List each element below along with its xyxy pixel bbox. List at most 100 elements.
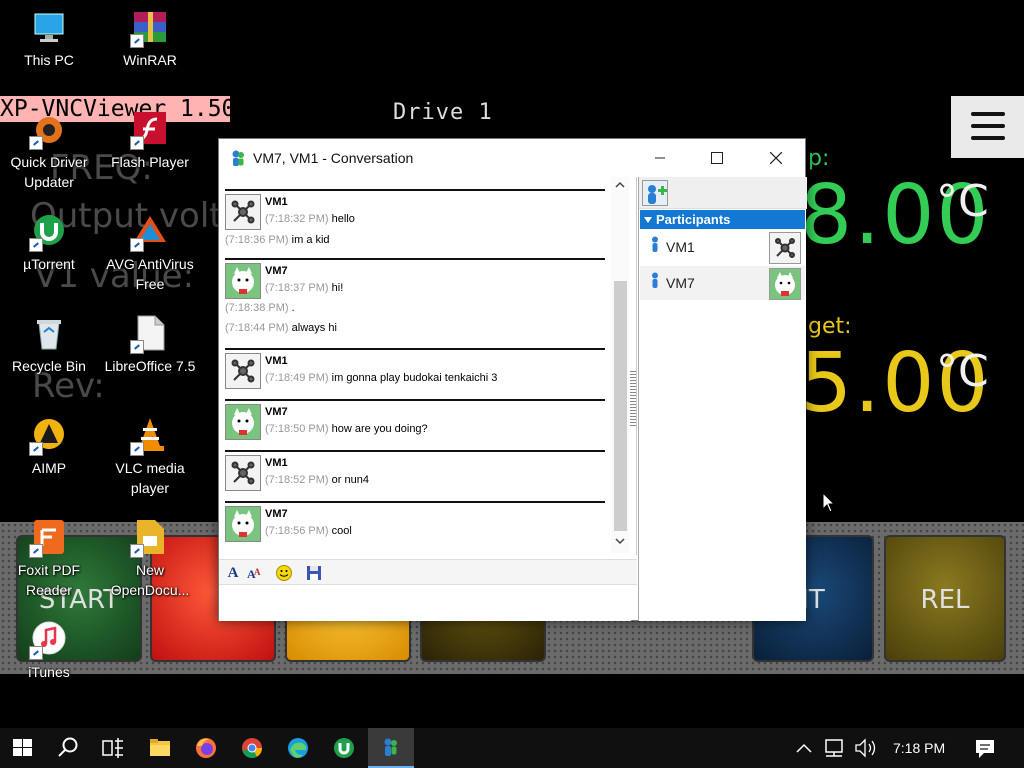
- message-line: (7:18:52 PM) or nun4: [265, 474, 369, 486]
- chrome-icon: [242, 738, 262, 758]
- emoticon-icon[interactable]: [275, 564, 293, 582]
- desktop-icon-foxit[interactable]: Foxit PDF Reader: [0, 518, 98, 600]
- desktop-icon-recycle-bin[interactable]: Recycle Bin: [0, 314, 98, 376]
- volume-button[interactable]: [850, 728, 884, 768]
- edge-button[interactable]: [275, 728, 321, 768]
- desktop-icon-new-opendocument[interactable]: New OpenDocu...: [101, 518, 199, 600]
- add-participant-button[interactable]: [642, 180, 668, 206]
- windows-icon: [13, 739, 32, 756]
- search-icon: [58, 737, 78, 757]
- formatting-toolbar: A AA: [219, 559, 637, 585]
- firefox-button[interactable]: [183, 728, 229, 768]
- desktop-icon-quick-driver-updater[interactable]: Quick Driver Updater: [0, 110, 98, 192]
- save-icon[interactable]: [305, 564, 323, 582]
- svg-text:A: A: [254, 567, 261, 577]
- add-contact-icon: [648, 185, 667, 204]
- utorrent-icon: [334, 738, 354, 758]
- participants-toolbar: [639, 177, 807, 209]
- edge-icon: [288, 738, 308, 758]
- temp-unit-1: °C: [936, 176, 989, 227]
- network-button[interactable]: [818, 728, 852, 768]
- message-line: (7:18:38 PM) .: [225, 302, 295, 314]
- message-line: (7:18:44 PM) always hi: [225, 322, 337, 334]
- desktop-icon-winrar[interactable]: WinRAR: [101, 8, 199, 70]
- minimize-button[interactable]: [637, 139, 683, 177]
- libreoffice-icon: [130, 314, 170, 354]
- user-icon: [650, 272, 660, 293]
- close-button[interactable]: [753, 139, 799, 177]
- itunes-icon: [29, 620, 69, 660]
- volume-icon: [855, 738, 876, 758]
- participants-header[interactable]: Participants: [640, 210, 805, 229]
- avg-icon: [130, 212, 170, 252]
- lucky-cat-avatar: [225, 506, 261, 542]
- message-group: VM1 (7:18:32 PM) hello (7:18:36 PM) im a…: [225, 189, 605, 257]
- window-titlebar[interactable]: VM7, VM1 - Conversation: [219, 139, 805, 177]
- desktop-icon-itunes[interactable]: iTunes: [0, 620, 98, 682]
- participant-item[interactable]: VM7: [640, 266, 805, 300]
- desktop-icon-libreoffice[interactable]: LibreOffice 7.5: [101, 314, 199, 376]
- notifications-button[interactable]: [962, 728, 1008, 768]
- robot-avatar: [225, 194, 261, 230]
- desktop-icon-vlc[interactable]: VLC media player: [101, 416, 199, 498]
- aimp-icon: [29, 416, 69, 456]
- recycle-bin-icon: [29, 314, 69, 354]
- scroll-up-arrow-icon[interactable]: [613, 179, 627, 193]
- foxit-icon: [29, 518, 69, 558]
- network-icon: [825, 739, 843, 757]
- notification-icon: [976, 740, 994, 758]
- hamburger-menu-icon[interactable]: [951, 96, 1024, 158]
- scroll-down-arrow-icon[interactable]: [613, 535, 627, 549]
- pc-icon: [29, 8, 69, 48]
- desktop-icon-aimp[interactable]: AIMP: [0, 416, 98, 478]
- robot-avatar: [225, 353, 261, 389]
- message-line: (7:18:32 PM) hello: [265, 213, 355, 225]
- message-input[interactable]: [219, 585, 631, 621]
- chat-history[interactable]: VM1 (7:18:32 PM) hello (7:18:36 PM) im a…: [219, 177, 637, 596]
- message-sender: VM1: [265, 196, 288, 208]
- scrollbar-thumb[interactable]: [614, 281, 627, 531]
- clock[interactable]: 7:18 PM: [893, 740, 945, 756]
- message-group: VM7 (7:18:56 PM) cool: [225, 501, 605, 551]
- participant-item[interactable]: VM1: [640, 230, 805, 264]
- task-view-button[interactable]: [90, 728, 136, 768]
- message-group: VM7 (7:18:37 PM) hi! (7:18:38 PM) . (7:1…: [225, 258, 605, 348]
- message-sender: VM7: [265, 406, 288, 418]
- window-title: VM7, VM1 - Conversation: [253, 150, 414, 166]
- font-icon[interactable]: A: [224, 564, 242, 582]
- desktop-icon-flash-player[interactable]: Flash Player: [101, 110, 199, 172]
- file-explorer-button[interactable]: [137, 728, 183, 768]
- document-icon: [130, 518, 170, 558]
- message-line: (7:18:56 PM) cool: [265, 525, 352, 537]
- maximize-button[interactable]: [694, 139, 740, 177]
- conversation-window: VM7, VM1 - Conversation VM1 (7:18:32 PM)…: [218, 138, 807, 621]
- temp-unit-2: °C: [936, 346, 989, 397]
- messenger-taskbar-button[interactable]: [368, 728, 414, 768]
- chat-scrollbar[interactable]: [611, 177, 629, 553]
- taskbar: 7:18 PM: [0, 728, 1024, 768]
- message-sender: VM7: [265, 265, 288, 277]
- message-sender: VM7: [265, 508, 288, 520]
- desktop-icon-this-pc[interactable]: This PC: [0, 8, 98, 70]
- rel-button[interactable]: REL: [884, 535, 1006, 662]
- robot-avatar: [769, 232, 801, 264]
- desktop-icon-avg[interactable]: AVG AntiVirus Free: [101, 212, 199, 294]
- text-color-icon[interactable]: AA: [245, 564, 263, 582]
- desktop-icon-utorrent[interactable]: µTorrent: [0, 212, 98, 274]
- vlc-icon: [130, 416, 170, 456]
- robot-avatar: [225, 455, 261, 491]
- messenger-icon: [230, 149, 246, 167]
- file-explorer-icon: [150, 739, 170, 756]
- search-button[interactable]: [45, 728, 91, 768]
- firefox-icon: [196, 738, 216, 758]
- utorrent-taskbar-button[interactable]: [321, 728, 367, 768]
- participants-pane: Participants VM1 VM7: [638, 177, 807, 621]
- drive-label: Drive 1: [393, 100, 493, 125]
- lucky-cat-avatar: [769, 268, 801, 300]
- task-view-icon: [102, 738, 123, 758]
- resize-grip-vertical[interactable]: [630, 371, 636, 427]
- winrar-icon: [130, 8, 170, 48]
- driver-updater-icon: [29, 110, 69, 150]
- start-button[interactable]: [0, 728, 46, 768]
- chrome-button[interactable]: [229, 728, 275, 768]
